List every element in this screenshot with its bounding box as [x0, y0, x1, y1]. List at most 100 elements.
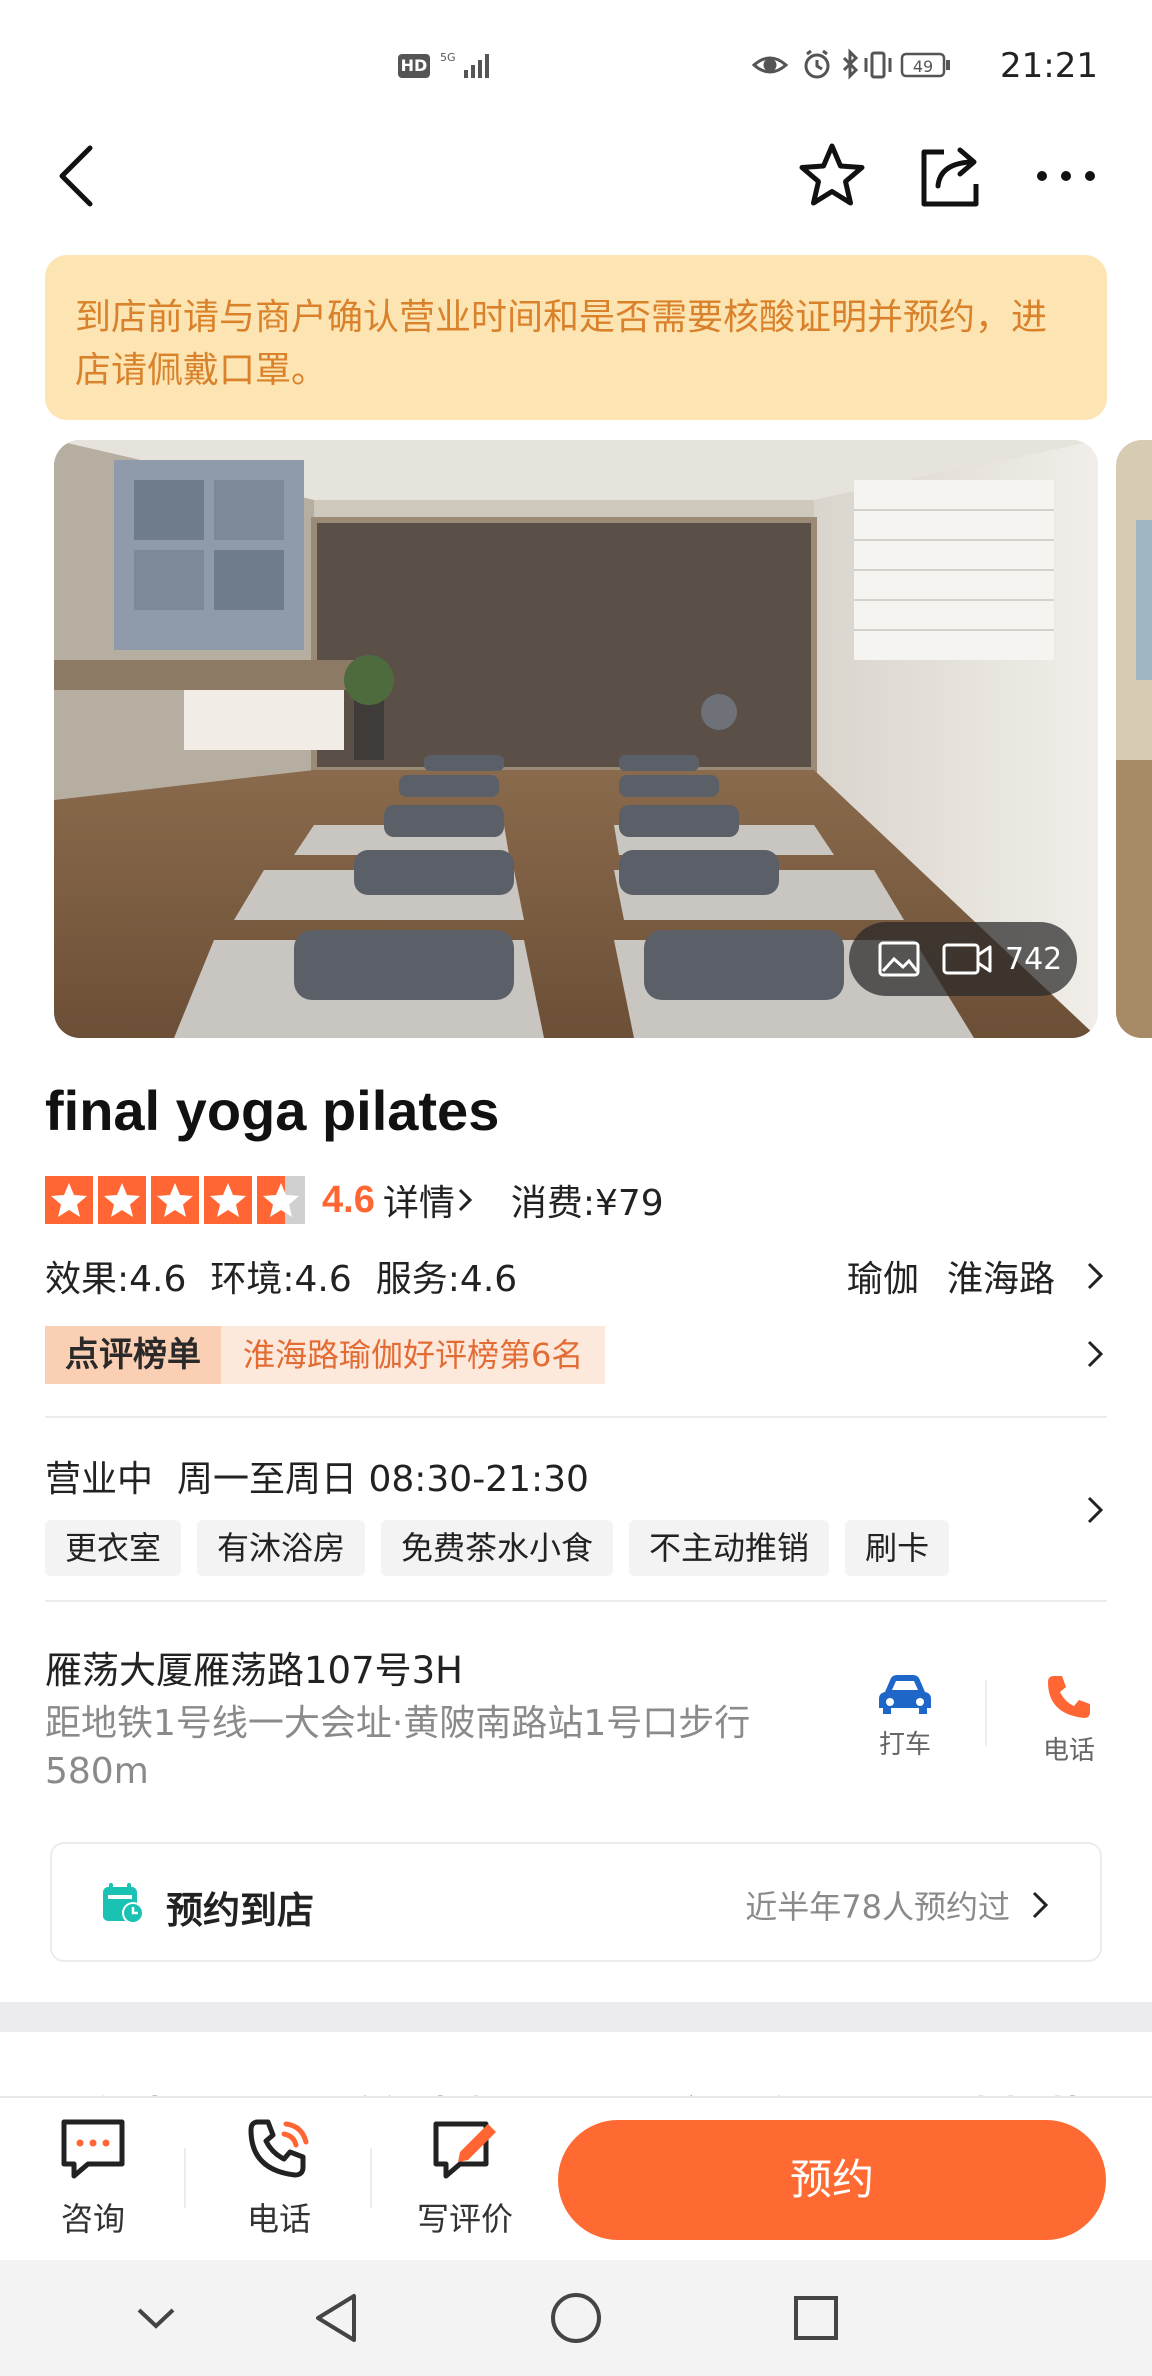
ranking-text: 淮海路瑜伽好评榜第6名 [221, 1326, 606, 1384]
signal-icon: 5G [440, 51, 489, 78]
tab-offers[interactable]: 优惠 [92, 2084, 176, 2096]
ranking-row[interactable]: 点评榜单 淮海路瑜伽好评榜第6名 [45, 1326, 1107, 1386]
phone-label: 电话 [246, 2200, 311, 2238]
booking-count: 近半年78人预约过 [745, 1888, 1010, 1926]
video-icon [942, 943, 992, 975]
status-bar: HD 5G 49 21:21 [0, 0, 1152, 120]
home-button[interactable] [546, 2288, 606, 2348]
category-area-link[interactable]: 瑜伽 淮海路 [847, 1250, 1107, 1302]
battery-icon: 49 [900, 52, 950, 78]
tab-reviews[interactable]: 用户评价 [628, 2084, 796, 2096]
facility-tag: 免费茶水小食 [381, 1520, 614, 1576]
car-icon [879, 1675, 931, 1714]
phone-button[interactable]: 电话 [214, 2116, 344, 2240]
hd-badge: HD [398, 54, 430, 78]
chevron-right-icon [1087, 1262, 1104, 1290]
next-photo-peek[interactable] [1116, 440, 1152, 1038]
booking-meta: 近半年78人预约过 [745, 1882, 1050, 1928]
shop-name: final yoga pilates [45, 1079, 500, 1142]
circle-home-icon [551, 2293, 601, 2343]
business-hours: 营业中 周一至周日 08:30-21:30 [45, 1450, 589, 1502]
star-icon [45, 1176, 93, 1224]
facility-tags: 更衣室 有沐浴房 免费茶水小食 不主动推销 刷卡 [45, 1520, 950, 1576]
booking-card[interactable]: 预约到店 近半年78人预约过 [50, 1842, 1102, 1962]
calendar-clock-icon [103, 1883, 144, 1924]
facility-tag: 更衣室 [45, 1520, 182, 1576]
tab-teachers[interactable]: 瑜伽老师 [338, 2084, 506, 2096]
system-back-button[interactable] [306, 2288, 366, 2348]
hours-chevron-right-icon[interactable] [1083, 1492, 1107, 1528]
tab-recommend[interactable]: 同类推荐 [918, 2084, 1086, 2096]
review-label: 写评价 [416, 2200, 513, 2238]
open-status: 营业中 [45, 1459, 154, 1500]
recents-button[interactable] [786, 2288, 846, 2348]
triangle-back-icon [316, 2294, 356, 2342]
square-recents-icon [794, 2296, 838, 2340]
section-tabs: 优惠 瑜伽老师 用户评价 同类推荐 [0, 2032, 1152, 2096]
divider [45, 1416, 1107, 1418]
share-button[interactable] [912, 138, 988, 214]
collapse-button[interactable] [126, 2288, 186, 2348]
action-separator [985, 1680, 987, 1746]
consumption-price: 消费:¥79 [510, 1183, 664, 1224]
star-half-icon [257, 1176, 305, 1224]
phone-icon [1048, 1676, 1090, 1718]
system-nav-bar [0, 2260, 1152, 2376]
shop-address[interactable]: 雁荡大厦雁荡路107号3H [45, 1640, 463, 1694]
section-gap [0, 2002, 1152, 2032]
star-icon [204, 1176, 252, 1224]
sub-scores: 效果:4.6 环境:4.6 服务:4.6 [45, 1250, 517, 1302]
network-label: 5G [440, 51, 456, 64]
chevron-right-icon [458, 1188, 472, 1212]
media-count: 742 [1005, 941, 1063, 977]
edit-review-icon [433, 2121, 496, 2179]
hours-text: 周一至周日 08:30-21:30 [177, 1459, 589, 1500]
star-icon [98, 1176, 146, 1224]
vibrate-icon [864, 51, 892, 79]
back-button[interactable] [38, 138, 114, 214]
clock: 21:21 [1000, 46, 1098, 86]
image-icon [878, 941, 920, 977]
details-label: 详情 [382, 1183, 455, 1224]
facility-tag: 刷卡 [845, 1520, 950, 1576]
taxi-label: 打车 [878, 1730, 931, 1760]
taxi-button[interactable]: 打车 [850, 1672, 960, 1761]
divider [45, 1600, 1107, 1602]
media-count-badge[interactable]: 742 [849, 922, 1077, 996]
score-environment: 环境:4.6 [210, 1259, 352, 1300]
bar-separator [370, 2148, 372, 2208]
ranking-title: 点评榜单 [45, 1326, 221, 1384]
area-label: 淮海路 [946, 1259, 1055, 1300]
book-button[interactable]: 预约 [558, 2120, 1106, 2240]
star-icon [151, 1176, 199, 1224]
ranking-badge: 点评榜单 淮海路瑜伽好评榜第6名 [45, 1326, 606, 1384]
metro-distance: 距地铁1号线一大会址·黄陂南路站1号口步行580m [45, 1703, 751, 1792]
favorite-button[interactable] [794, 138, 870, 214]
notice-banner: 到店前请与商户确认营业时间和是否需要核酸证明并预约，进店请佩戴口罩。 [45, 255, 1107, 420]
bottom-action-bar: 咨询 电话 写评价 预约 [0, 2096, 1152, 2260]
bluetooth-icon [842, 48, 859, 80]
chat-icon [61, 2119, 125, 2179]
battery-level: 49 [913, 57, 933, 76]
facility-tag: 不主动推销 [629, 1520, 830, 1576]
score-service: 服务:4.6 [375, 1259, 518, 1300]
share-icon [921, 147, 979, 207]
nav-bar [0, 130, 1152, 220]
chevron-right-icon [1032, 1891, 1049, 1919]
facility-tag: 有沐浴房 [197, 1520, 366, 1576]
star-outline-icon [799, 143, 865, 206]
consult-button[interactable]: 咨询 [28, 2116, 158, 2240]
more-button[interactable] [1028, 138, 1104, 214]
phone-call-icon [248, 2119, 309, 2178]
rating-details-link[interactable]: 详情 [383, 1174, 477, 1226]
chevron-right-icon [1087, 1340, 1104, 1368]
call-button[interactable]: 电话 [1014, 1672, 1124, 1767]
chevron-down-icon [137, 2308, 175, 2329]
status-icons: 49 [752, 48, 950, 80]
rating-row: 4.6 详情 消费:¥79 [45, 1172, 664, 1228]
next-photo-illustration [1116, 440, 1152, 1038]
rating-score: 4.6 [322, 1178, 375, 1221]
write-review-button[interactable]: 写评价 [400, 2116, 530, 2240]
phone-label: 电话 [1042, 1736, 1095, 1766]
eye-icon [752, 56, 789, 74]
